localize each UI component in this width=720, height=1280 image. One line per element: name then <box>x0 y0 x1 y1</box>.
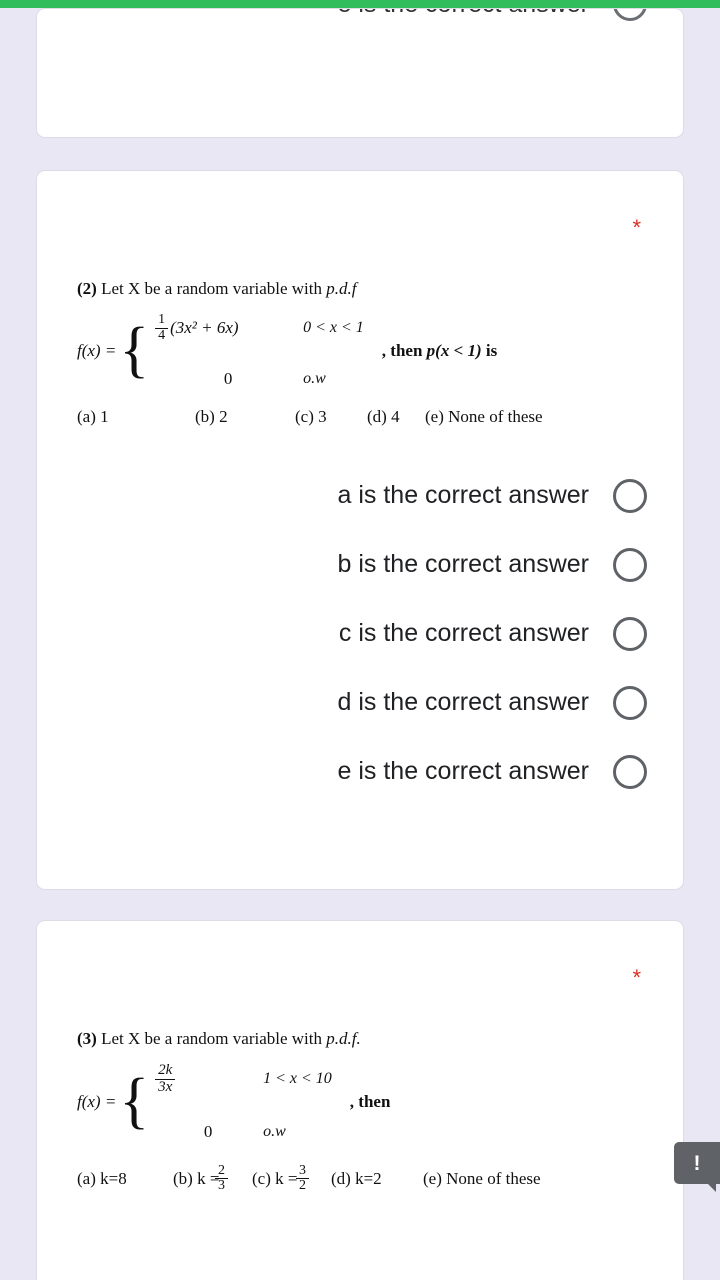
option-b-fraction: 2 3 <box>215 1163 228 1194</box>
radio-button-e[interactable] <box>613 754 647 789</box>
cases-list: 1 4 (3x² + 6x) 0 < x < 1 0 o.w <box>153 312 364 389</box>
case-2-condition: o.w <box>303 370 326 388</box>
then-clause-3: , then <box>349 1092 391 1112</box>
choice-row-b[interactable]: b is the correct answer <box>37 530 647 599</box>
question-3-body: (3) Let X be a random variable with p.d.… <box>37 921 683 1194</box>
choice-label-e: e is the correct answer <box>337 757 590 786</box>
option-d-q3: (d) k=2 <box>331 1168 382 1188</box>
fraction-denominator-q3: 3x <box>158 1078 173 1095</box>
case-line-1-q3: 2k 3x 1 < x < 10 <box>153 1062 332 1096</box>
case-1-condition: 0 < x < 1 <box>303 319 364 337</box>
choice-row-d[interactable]: d is the correct answer <box>37 668 647 737</box>
case-line-2: 0 o.w <box>153 369 364 389</box>
fraction-numerator: 1 <box>155 312 169 329</box>
required-asterisk: * <box>632 215 641 240</box>
brace-glyph: { <box>119 316 150 385</box>
radio-button-a[interactable] <box>613 478 647 513</box>
question-2-stem-italic: p.d.f <box>326 279 357 298</box>
then-expression: p(x < 1) <box>426 341 482 361</box>
question-2-choices: a is the correct answer b is the correct… <box>37 461 683 806</box>
question-card-previous: e is the correct answer <box>36 8 684 138</box>
feedback-glyph: ! <box>693 1151 701 1175</box>
radio-button-c[interactable] <box>613 616 647 651</box>
question-3-piecewise: f(x) = { 2k 3x 1 < x < 10 0 o.w , then <box>77 1062 683 1142</box>
question-2-stem: (2) Let X be a random variable with p.d.… <box>77 279 683 299</box>
then-suffix: is <box>481 341 498 361</box>
choice-label-d: d is the correct answer <box>337 688 590 717</box>
radio-button-b[interactable] <box>613 547 647 582</box>
question-card-3: * (3) Let X be a random variable with p.… <box>36 920 684 1280</box>
question-3-stem-italic: p.d.f. <box>326 1029 361 1048</box>
case-1-condition-q3: 1 < x < 10 <box>263 1070 332 1088</box>
question-3-stem-text: Let X be a random variable with <box>101 1029 327 1048</box>
option-a: (a) 1 <box>77 407 109 427</box>
fraction: 1 4 <box>155 312 169 343</box>
question-2-stem-text: Let X be a random variable with <box>101 279 327 298</box>
option-c-fraction: 3 2 <box>296 1163 309 1194</box>
question-3-stem: (3) Let X be a random variable with p.d.… <box>77 1029 683 1049</box>
question-2-piecewise: f(x) = { 1 4 (3x² + 6x) 0 < x < 1 0 o.w … <box>77 312 683 389</box>
option-b-q3: (b) k = <box>173 1168 220 1188</box>
function-label-3: f(x) = <box>77 1092 117 1112</box>
case-line-1: 1 4 (3x² + 6x) 0 < x < 1 <box>153 312 364 343</box>
case-1-value-q3: 2k 3x <box>153 1062 263 1096</box>
cases-list-3: 2k 3x 1 < x < 10 0 o.w <box>153 1062 332 1142</box>
option-c: (c) 3 <box>295 407 327 427</box>
choice-row-a[interactable]: a is the correct answer <box>37 461 647 530</box>
choice-label: e is the correct answer <box>338 9 590 19</box>
required-asterisk-3: * <box>632 965 641 990</box>
case-2-value: 0 <box>223 369 233 389</box>
case-2-value-q3: 0 <box>203 1121 213 1141</box>
question-3-number: (3) <box>77 1029 97 1048</box>
option-b: (b) 2 <box>195 407 228 427</box>
option-e: (e) None of these <box>425 407 543 427</box>
choice-row[interactable]: e is the correct answer <box>37 9 683 21</box>
choice-label-a: a is the correct answer <box>337 481 590 510</box>
question-2-number: (2) <box>77 279 97 298</box>
question-2-options: (a) 1 (b) 2 (c) 3 (d) 4 (e) None of thes… <box>77 407 683 427</box>
fraction-denominator: 4 <box>158 327 166 343</box>
fraction-numerator-q3: 2k <box>155 1062 176 1080</box>
fraction-q3: 2k 3x <box>155 1062 176 1096</box>
question-3-options: (a) k=8 (b) k = 2 3 (c) k = 3 2 (d) k=2 … <box>77 1163 683 1194</box>
radio-button[interactable] <box>613 9 647 21</box>
option-b-den: 3 <box>218 1178 225 1194</box>
then-text: , then <box>381 341 427 361</box>
function-label: f(x) = <box>77 341 117 361</box>
radio-button-d[interactable] <box>613 685 647 720</box>
feedback-exclamation-icon[interactable]: ! <box>674 1142 720 1192</box>
case-1-expression: (3x² + 6x) <box>170 318 239 338</box>
case-2-condition-q3: o.w <box>263 1122 286 1140</box>
option-c-num: 3 <box>296 1163 309 1180</box>
option-a-q3: (a) k=8 <box>77 1168 127 1188</box>
option-c-den: 2 <box>299 1178 306 1194</box>
then-clause: , then p(x < 1) is <box>382 341 497 361</box>
option-b-num: 2 <box>215 1163 228 1180</box>
form-page: e is the correct answer * (2) Let X be a… <box>0 8 720 1280</box>
choice-label-c: c is the correct answer <box>338 619 589 648</box>
choice-row-e[interactable]: e is the correct answer <box>37 737 647 806</box>
case-line-2-q3: 0 o.w <box>153 1122 332 1142</box>
brace-glyph-3: { <box>119 1067 150 1136</box>
choice-label-b: b is the correct answer <box>337 550 590 579</box>
choice-row-c[interactable]: c is the correct answer <box>37 599 647 668</box>
case-1-value: 1 4 (3x² + 6x) <box>153 312 303 343</box>
option-d: (d) 4 <box>367 407 400 427</box>
option-c-q3: (c) k = <box>252 1168 298 1188</box>
question-card-2: * (2) Let X be a random variable with p.… <box>36 170 684 890</box>
question-2-body: (2) Let X be a random variable with p.d.… <box>37 171 683 427</box>
option-e-q3: (e) None of these <box>423 1168 541 1188</box>
